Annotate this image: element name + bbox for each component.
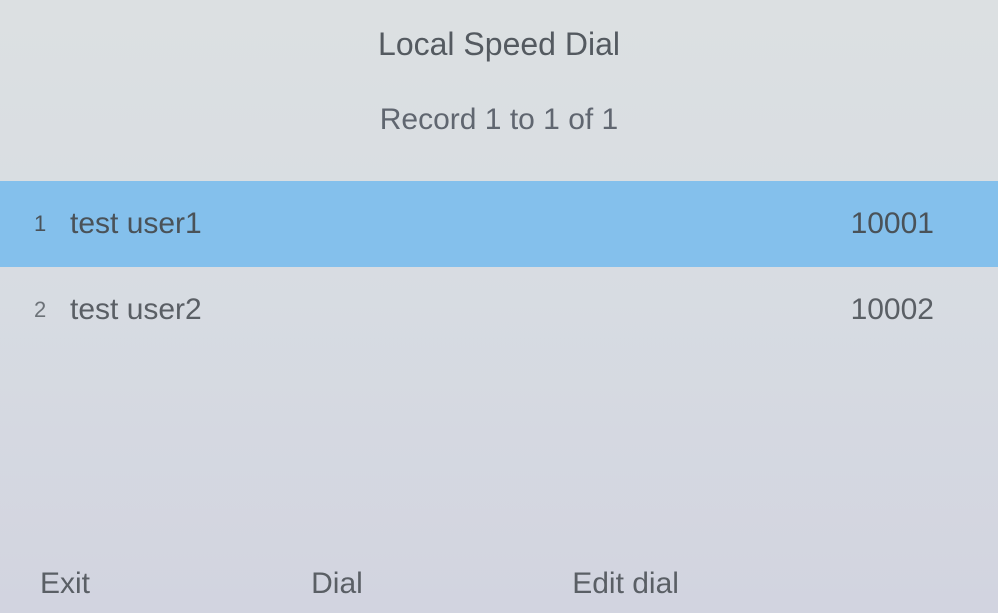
list-item-name: test user1 [64,207,851,241]
dial-button[interactable]: Dial [281,567,552,601]
list-item-number: 10001 [851,207,934,241]
list-item-number: 10002 [851,293,934,327]
softkey-empty [813,567,958,601]
record-counter: Record 1 to 1 of 1 [0,63,998,147]
speed-dial-list: 1 test user1 10001 2 test user2 10002 [0,147,998,567]
exit-button[interactable]: Exit [40,567,281,601]
list-item[interactable]: 1 test user1 10001 [0,181,998,267]
list-item[interactable]: 2 test user2 10002 [0,267,998,353]
list-item-name: test user2 [64,293,851,327]
list-item-index: 1 [34,211,64,237]
edit-dial-button[interactable]: Edit dial [552,567,813,601]
page-title: Local Speed Dial [0,0,998,63]
softkey-bar: Exit Dial Edit dial [0,567,998,613]
list-item-index: 2 [34,297,64,323]
speed-dial-screen: Local Speed Dial Record 1 to 1 of 1 1 te… [0,0,998,613]
